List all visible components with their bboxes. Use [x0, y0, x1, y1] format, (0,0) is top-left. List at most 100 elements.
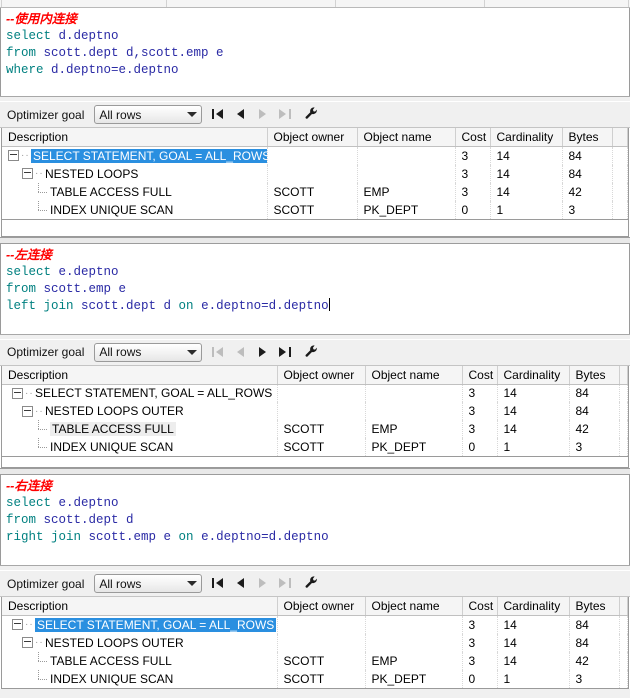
table-row[interactable]: INDEX UNIQUE SCAN SCOTT PK_DEPT 0 1 3 [2, 438, 628, 456]
cost-cell: 3 [462, 420, 498, 438]
column-header-description[interactable]: Description [2, 365, 278, 385]
next-icon[interactable] [256, 108, 269, 121]
cost-cell: 3 [455, 182, 491, 201]
column-header-cost[interactable]: Cost [462, 597, 498, 616]
plan-step-label: SELECT STATEMENT, GOAL = ALL_ROWS [35, 617, 276, 632]
optimizer-toolbar: Optimizer goal All rows [0, 102, 630, 128]
column-header-bytes[interactable]: Bytes [569, 365, 620, 385]
previous-icon[interactable] [234, 577, 247, 590]
column-header-bytes[interactable]: Bytes [569, 597, 620, 616]
last-page-icon[interactable] [278, 108, 292, 121]
sql-keyword: left join [6, 298, 74, 313]
cost-cell: 0 [455, 200, 491, 219]
tree-collapse-icon[interactable] [22, 637, 33, 648]
table-row[interactable]: INDEX UNIQUE SCAN SCOTT PK_DEPT 0 1 3 [2, 669, 628, 688]
cardinality-cell: 14 [490, 164, 563, 183]
column-header-object-name[interactable]: Object name [365, 365, 463, 385]
table-row[interactable]: INDEX UNIQUE SCAN SCOTT PK_DEPT 0 1 3 [2, 200, 628, 219]
column-header-description[interactable]: Description [2, 597, 278, 616]
object-name-cell: PK_DEPT [357, 200, 456, 219]
object-owner-cell [267, 164, 358, 183]
tree-collapse-icon[interactable] [8, 150, 19, 162]
wrench-icon[interactable] [304, 575, 319, 592]
bytes-cell: 42 [569, 420, 620, 438]
cardinality-cell: 14 [490, 146, 563, 165]
plan-step-label: TABLE ACCESS FULL [50, 653, 172, 668]
table-row[interactable]: ·· SELECT STATEMENT, GOAL = ALL_ROWS 3 14 84 [2, 615, 628, 634]
column-header-cardinality[interactable]: Cardinality [497, 597, 570, 616]
optimizer-goal-select[interactable]: All rows [94, 342, 203, 362]
table-row[interactable]: TABLE ACCESS FULL SCOTT EMP 3 14 42 [2, 651, 628, 670]
table-row[interactable]: ·· SELECT STATEMENT, GOAL = ALL_ROWS 3 14 84 [2, 384, 628, 402]
spacer-cell [619, 669, 628, 688]
column-header-object-owner[interactable]: Object owner [277, 365, 366, 385]
sql-line: from scott.dept d [6, 512, 629, 529]
plan-step-cell: ·· NESTED LOOPS OUTER [2, 402, 278, 420]
sql-comment: --左连接 [6, 247, 52, 262]
cost-cell: 0 [462, 438, 498, 456]
bytes-cell: 84 [569, 384, 620, 402]
column-header-object-owner[interactable]: Object owner [267, 128, 358, 147]
explain-plan-grid: Description Object owner Object name Cost Ca… [1, 365, 629, 457]
sql-keyword: select [6, 496, 52, 510]
column-header-description[interactable]: Description [2, 128, 268, 147]
sql-line: select e.deptno [6, 264, 629, 281]
column-header-object-owner[interactable]: Object owner [277, 597, 366, 616]
cost-cell: 3 [455, 164, 491, 183]
tree-branch-icon [36, 420, 48, 436]
first-page-icon[interactable] [212, 577, 225, 590]
plan-step-label: NESTED LOOPS OUTER [45, 404, 184, 418]
plan-step-cell: ·· SELECT STATEMENT, GOAL = ALL_ROWS [2, 146, 268, 165]
next-icon[interactable] [256, 346, 269, 359]
plan-panel-inner-join: --使用内连接 select d.deptno from scott.dept d,… [0, 8, 630, 244]
column-header-object-name[interactable]: Object name [365, 597, 463, 616]
optimizer-goal-select[interactable]: All rows [94, 574, 203, 593]
table-row[interactable]: ·· NESTED LOOPS OUTER 3 14 84 [2, 633, 628, 652]
object-owner-cell: SCOTT [267, 200, 358, 219]
tree-collapse-icon[interactable] [22, 405, 33, 417]
panel-divider[interactable] [0, 236, 630, 244]
cardinality-cell: 14 [497, 402, 570, 420]
sql-keyword: select [6, 264, 52, 279]
wrench-icon[interactable] [304, 344, 319, 361]
tree-line: ·· [35, 637, 44, 648]
tree-collapse-icon[interactable] [12, 619, 23, 631]
tree-branch-icon [36, 669, 48, 686]
panel-divider[interactable] [0, 468, 630, 475]
sql-editor[interactable]: --左连接 select e.deptno from scott.emp e left… [0, 243, 630, 334]
plan-panel-left-join: --左连接 select e.deptno from scott.emp e left… [0, 243, 630, 475]
cardinality-cell: 14 [497, 420, 570, 438]
last-page-icon[interactable] [278, 346, 292, 359]
table-row[interactable]: TABLE ACCESS FULL SCOTT EMP 3 14 42 [2, 420, 628, 438]
cardinality-cell: 14 [490, 182, 563, 201]
explain-plan-grid: Description Object owner Object name Cost Ca… [1, 128, 629, 220]
column-header-cost[interactable]: Cost [455, 128, 491, 147]
column-header-cardinality[interactable]: Cardinality [497, 365, 570, 385]
first-page-icon[interactable] [212, 108, 225, 121]
column-header-bytes[interactable]: Bytes [562, 128, 613, 147]
table-row[interactable]: ·· SELECT STATEMENT, GOAL = ALL_ROWS 3 14 84 [2, 146, 628, 165]
previous-icon[interactable] [234, 346, 247, 359]
tree-collapse-icon[interactable] [12, 387, 23, 399]
wrench-icon[interactable] [304, 106, 319, 123]
table-row[interactable]: TABLE ACCESS FULL SCOTT EMP 3 14 42 [2, 182, 628, 201]
column-header-cardinality[interactable]: Cardinality [490, 128, 563, 147]
tree-branch-icon [36, 438, 48, 454]
first-page-icon[interactable] [212, 346, 225, 359]
tree-collapse-icon[interactable] [22, 168, 33, 179]
column-header-cost[interactable]: Cost [462, 365, 498, 385]
spacer-cell [612, 182, 628, 201]
table-row[interactable]: ·· NESTED LOOPS 3 14 84 [2, 164, 628, 183]
next-icon[interactable] [256, 577, 269, 590]
previous-icon[interactable] [234, 108, 247, 121]
column-header-object-name[interactable]: Object name [357, 128, 456, 147]
spacer-cell [619, 615, 628, 634]
sql-identifier: d.deptno=e.deptno [43, 63, 179, 77]
optimizer-goal-select[interactable]: All rows [94, 105, 203, 124]
sql-editor[interactable]: --使用内连接 select d.deptno from scott.dept d,… [0, 8, 630, 96]
object-owner-cell [277, 402, 366, 420]
plan-step-cell: ·· SELECT STATEMENT, GOAL = ALL_ROWS [2, 384, 278, 402]
table-row[interactable]: ·· NESTED LOOPS OUTER 3 14 84 [2, 402, 628, 420]
last-page-icon[interactable] [278, 577, 292, 590]
sql-editor[interactable]: --右连接 select e.deptno from scott.dept d rig… [0, 475, 630, 565]
